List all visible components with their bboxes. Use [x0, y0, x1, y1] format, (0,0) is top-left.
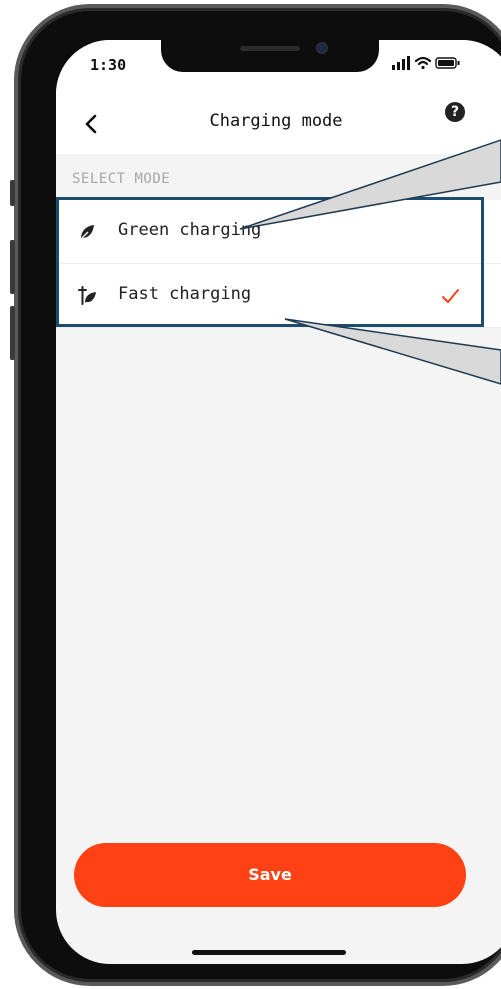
- callout-pointer-bottom: [284, 318, 501, 385]
- callout-pointer-top: [239, 139, 501, 230]
- callout-overlay: [239, 139, 501, 385]
